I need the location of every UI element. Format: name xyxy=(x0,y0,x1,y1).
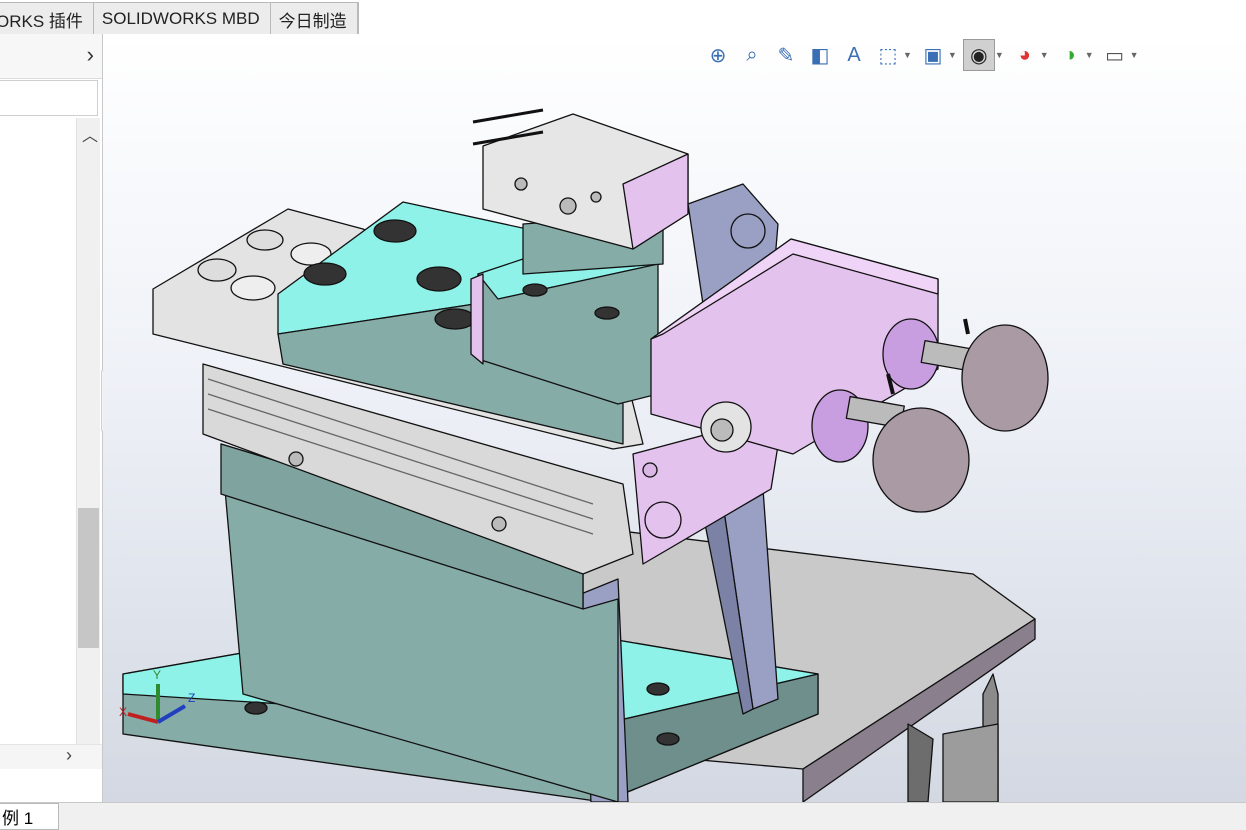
graphics-area[interactable]: ⊕ ⌕ ✎ ◧ A ⬚ ▼ ▣ ▼ ◉ ▼ ◕ ▼ ◑ ▼ ▭ ▼ Y X Z xyxy=(103,34,1246,802)
scrollbar-thumb[interactable] xyxy=(78,508,99,648)
chevron-up-icon[interactable]: ︿ xyxy=(82,122,98,146)
horizontal-scrollbar[interactable]: › xyxy=(0,744,102,769)
tab-today-manufacturing[interactable]: 今日制造 xyxy=(270,3,358,35)
adjust-knob xyxy=(961,324,1049,432)
bottom-tab-bar: 例 1 xyxy=(0,802,1246,830)
feature-manager-panel: › ︿ ﹀ › xyxy=(0,34,103,802)
chevron-right-icon[interactable]: › xyxy=(66,745,72,766)
filter-input[interactable] xyxy=(0,80,98,116)
table-brace xyxy=(942,723,999,802)
adjust-knob xyxy=(872,407,970,513)
x-axis-label: X xyxy=(119,705,127,719)
command-manager-tabs: ORKS 插件 SOLIDWORKS MBD 今日制造 xyxy=(0,2,359,36)
bolt-hole xyxy=(656,732,680,746)
chevron-right-icon[interactable]: › xyxy=(87,44,94,66)
tab-configuration[interactable]: 例 1 xyxy=(0,803,59,830)
model-canvas[interactable]: Y X Z xyxy=(103,34,1246,802)
tab-solidworks-mbd[interactable]: SOLIDWORKS MBD xyxy=(93,3,271,35)
table-leg xyxy=(907,723,934,802)
y-axis-label: Y xyxy=(153,668,161,682)
vertical-scrollbar[interactable]: ︿ ﹀ xyxy=(77,118,100,765)
feature-tree[interactable] xyxy=(0,118,77,768)
z-axis-label: Z xyxy=(188,691,195,705)
tab-addins[interactable]: ORKS 插件 xyxy=(0,3,94,35)
panel-header: › xyxy=(0,34,102,79)
bolt-hole xyxy=(646,682,670,696)
bolt-hole xyxy=(244,701,268,715)
